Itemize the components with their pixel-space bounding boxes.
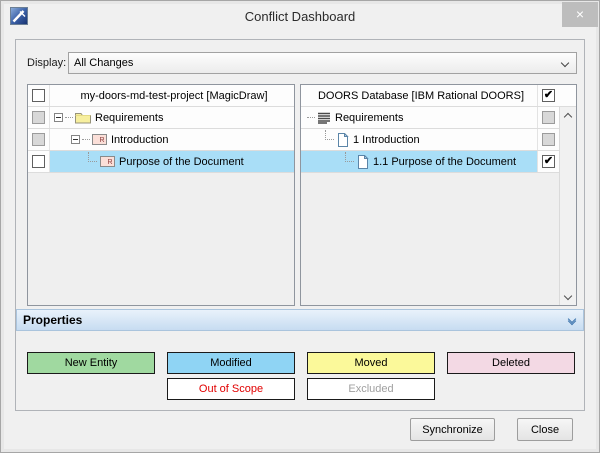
tree-row-requirements[interactable]: Requirements <box>28 107 294 129</box>
chevron-down-icon[interactable] <box>560 289 576 305</box>
display-dropdown-value: All Changes <box>74 57 133 69</box>
tree-item-label: 1.1 Purpose of the Document <box>373 156 516 168</box>
row-checkbox[interactable] <box>32 155 45 168</box>
requirement-icon: R <box>100 156 115 167</box>
doors-module-icon <box>317 112 331 124</box>
select-all-right-checkbox checkbox-checked-icon[interactable] <box>542 89 555 102</box>
collapse-expander-icon[interactable] <box>71 135 80 144</box>
display-label: Display: <box>27 57 66 69</box>
window-title: Conflict Dashboard <box>1 9 599 24</box>
magicdraw-tree-panel: my-doors-md-test-project [MagicDraw] Req… <box>27 84 295 306</box>
synchronize-button[interactable]: Synchronize <box>410 418 495 441</box>
vertical-scrollbar[interactable] <box>559 107 576 305</box>
row-checkbox[interactable] <box>542 133 555 146</box>
tree-row-1-introduction[interactable]: 1 Introduction <box>301 129 576 151</box>
tree-item-label: Introduction <box>111 134 168 146</box>
legend-modified-button[interactable]: Modified <box>167 352 295 374</box>
properties-label: Properties <box>23 313 569 327</box>
chevron-down-icon <box>561 59 569 67</box>
title-bar: Conflict Dashboard × <box>1 1 599 31</box>
tree-row-purpose[interactable]: R Purpose of the Document <box>28 151 294 173</box>
legend-out-of-scope-button[interactable]: Out of Scope <box>167 378 295 400</box>
magicdraw-tree-header: my-doors-md-test-project [MagicDraw] <box>28 85 294 107</box>
tree-row-requirements-doors[interactable]: Requirements <box>301 107 576 129</box>
legend-new-entity-button[interactable]: New Entity <box>27 352 155 374</box>
document-icon <box>357 155 369 169</box>
doors-tree-panel: DOORS Database [IBM Rational DOORS] Requ… <box>300 84 577 306</box>
legend-deleted-button[interactable]: Deleted <box>447 352 575 374</box>
close-icon[interactable]: × <box>562 2 598 27</box>
double-chevron-down-icon[interactable] <box>569 316 575 324</box>
row-checkbox[interactable] <box>32 133 45 146</box>
close-button[interactable]: Close <box>517 418 573 441</box>
doors-tree-header: DOORS Database [IBM Rational DOORS] <box>301 85 576 107</box>
svg-text:R: R <box>99 137 104 144</box>
properties-bar[interactable]: Properties <box>16 309 584 331</box>
collapse-expander-icon[interactable] <box>54 113 63 122</box>
conflict-dashboard-window: Conflict Dashboard × Display: All Change… <box>0 0 600 453</box>
tree-item-label: 1 Introduction <box>353 134 420 146</box>
right-panel-title: DOORS Database [IBM Rational DOORS] <box>318 90 524 102</box>
left-panel-title: my-doors-md-test-project [MagicDraw] <box>80 90 267 102</box>
legend-excluded-button[interactable]: Excluded <box>307 378 435 400</box>
folder-icon <box>75 111 91 124</box>
legend-moved-button[interactable]: Moved <box>307 352 435 374</box>
display-dropdown[interactable]: All Changes <box>68 52 577 74</box>
row-checkbox checkbox-checked-icon[interactable] <box>542 155 555 168</box>
requirement-icon: R <box>92 134 107 145</box>
svg-text:R: R <box>107 159 112 166</box>
select-all-left-checkbox[interactable] <box>32 89 45 102</box>
tree-item-label: Purpose of the Document <box>119 156 244 168</box>
tree-item-label: Requirements <box>95 112 163 124</box>
chevron-up-icon[interactable] <box>560 107 576 123</box>
tree-item-label: Requirements <box>335 112 403 124</box>
document-icon <box>337 133 349 147</box>
row-checkbox[interactable] <box>542 111 555 124</box>
tree-row-introduction[interactable]: R Introduction <box>28 129 294 151</box>
row-checkbox[interactable] <box>32 111 45 124</box>
tree-row-11-purpose[interactable]: 1.1 Purpose of the Document <box>301 151 576 173</box>
